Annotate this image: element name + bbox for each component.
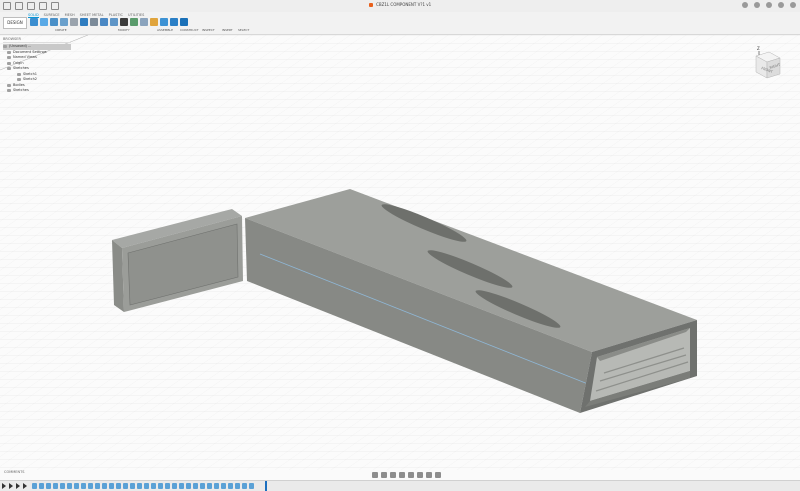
viewcube-axis-label: Z bbox=[757, 46, 760, 51]
timeline-feature[interactable] bbox=[39, 483, 44, 489]
select-icon[interactable] bbox=[180, 18, 188, 26]
group-create[interactable]: CREATE bbox=[55, 28, 67, 32]
timeline-feature[interactable] bbox=[235, 483, 240, 489]
profile-icon[interactable] bbox=[790, 2, 796, 8]
timeline-back-icon[interactable] bbox=[9, 483, 13, 489]
display-settings-icon[interactable] bbox=[417, 472, 423, 478]
tree-item-sketches-2[interactable]: Sketches bbox=[3, 88, 71, 94]
fillet-icon[interactable] bbox=[100, 18, 108, 26]
plane-icon[interactable] bbox=[150, 18, 158, 26]
timeline-features bbox=[32, 483, 254, 489]
timeline-start-icon[interactable] bbox=[2, 483, 6, 489]
help-icon[interactable] bbox=[778, 2, 784, 8]
timeline-feature[interactable] bbox=[88, 483, 93, 489]
timeline-feature[interactable] bbox=[221, 483, 226, 489]
timeline-feature[interactable] bbox=[144, 483, 149, 489]
timeline-feature[interactable] bbox=[32, 483, 37, 489]
browser-header[interactable]: BROWSER bbox=[3, 36, 71, 43]
timeline-feature[interactable] bbox=[214, 483, 219, 489]
browser-panel: BROWSER (Unsaved) ... Document Settings … bbox=[3, 36, 71, 94]
timeline-feature[interactable] bbox=[74, 483, 79, 489]
tool-icons bbox=[30, 18, 188, 26]
timeline-feature[interactable] bbox=[130, 483, 135, 489]
document-title: CBZ1L COMPONENT V?1 v1 bbox=[0, 2, 800, 7]
workspace-switcher[interactable]: DESIGN bbox=[3, 17, 27, 29]
comments-panel[interactable]: COMMENTS bbox=[4, 470, 24, 474]
timeline-feature[interactable] bbox=[158, 483, 163, 489]
group-insert[interactable]: INSERT bbox=[222, 28, 233, 32]
title-right-icons bbox=[742, 2, 796, 8]
look-at-icon[interactable] bbox=[381, 472, 387, 478]
timeline-feature[interactable] bbox=[116, 483, 121, 489]
timeline-forward-icon[interactable] bbox=[23, 483, 27, 489]
timeline-feature[interactable] bbox=[200, 483, 205, 489]
timeline-feature[interactable] bbox=[165, 483, 170, 489]
group-assemble[interactable]: ASSEMBLE bbox=[157, 28, 173, 32]
job-status-icon[interactable] bbox=[754, 2, 760, 8]
group-inspect[interactable]: INSPECT bbox=[202, 28, 215, 32]
group-select[interactable]: SELECT bbox=[238, 28, 249, 32]
shell-icon[interactable] bbox=[110, 18, 118, 26]
fit-icon[interactable] bbox=[408, 472, 414, 478]
timeline-feature[interactable] bbox=[172, 483, 177, 489]
measure-icon[interactable] bbox=[160, 18, 168, 26]
joint-icon[interactable] bbox=[130, 18, 138, 26]
timeline-feature[interactable] bbox=[193, 483, 198, 489]
move-icon[interactable] bbox=[120, 18, 128, 26]
timeline bbox=[0, 480, 800, 491]
viewports-icon[interactable] bbox=[435, 472, 441, 478]
timeline-feature[interactable] bbox=[179, 483, 184, 489]
group-modify[interactable]: MODIFY bbox=[118, 28, 130, 32]
document-icon bbox=[368, 3, 373, 7]
grid-settings-icon[interactable] bbox=[426, 472, 432, 478]
as-built-joint-icon[interactable] bbox=[140, 18, 148, 26]
toolbar: DESIGN SOLID SURFACE MESH SHEET METAL PL… bbox=[0, 12, 800, 35]
timeline-feature[interactable] bbox=[109, 483, 114, 489]
timeline-feature[interactable] bbox=[53, 483, 58, 489]
zoom-icon[interactable] bbox=[399, 472, 405, 478]
orbit-icon[interactable] bbox=[372, 472, 378, 478]
create-sketch-icon[interactable] bbox=[40, 18, 48, 26]
timeline-feature[interactable] bbox=[67, 483, 72, 489]
timeline-feature[interactable] bbox=[123, 483, 128, 489]
box-icon[interactable] bbox=[80, 18, 88, 26]
timeline-feature[interactable] bbox=[137, 483, 142, 489]
bottom-bar: COMMENTS bbox=[0, 470, 800, 480]
timeline-feature[interactable] bbox=[81, 483, 86, 489]
timeline-play-icon[interactable] bbox=[16, 483, 20, 489]
timeline-feature[interactable] bbox=[228, 483, 233, 489]
timeline-feature[interactable] bbox=[151, 483, 156, 489]
timeline-feature[interactable] bbox=[60, 483, 65, 489]
hole-icon[interactable] bbox=[70, 18, 78, 26]
group-construct[interactable]: CONSTRUCT bbox=[180, 28, 199, 32]
timeline-feature[interactable] bbox=[46, 483, 51, 489]
timeline-feature[interactable] bbox=[95, 483, 100, 489]
timeline-feature[interactable] bbox=[242, 483, 247, 489]
navigation-tools bbox=[372, 472, 441, 478]
timeline-feature[interactable] bbox=[102, 483, 107, 489]
press-pull-icon[interactable] bbox=[90, 18, 98, 26]
insert-icon[interactable] bbox=[170, 18, 178, 26]
viewcube[interactable]: FRONT RIGHT Z bbox=[748, 44, 786, 88]
viewport[interactable] bbox=[0, 35, 800, 470]
pan-icon[interactable] bbox=[390, 472, 396, 478]
new-component-icon[interactable] bbox=[30, 18, 38, 26]
extrude-icon[interactable] bbox=[50, 18, 58, 26]
timeline-controls bbox=[2, 483, 27, 489]
timeline-feature[interactable] bbox=[186, 483, 191, 489]
timeline-feature[interactable] bbox=[207, 483, 212, 489]
add-tab-icon[interactable] bbox=[742, 2, 748, 8]
timeline-feature[interactable] bbox=[249, 483, 254, 489]
revolve-icon[interactable] bbox=[60, 18, 68, 26]
notifications-icon[interactable] bbox=[766, 2, 772, 8]
